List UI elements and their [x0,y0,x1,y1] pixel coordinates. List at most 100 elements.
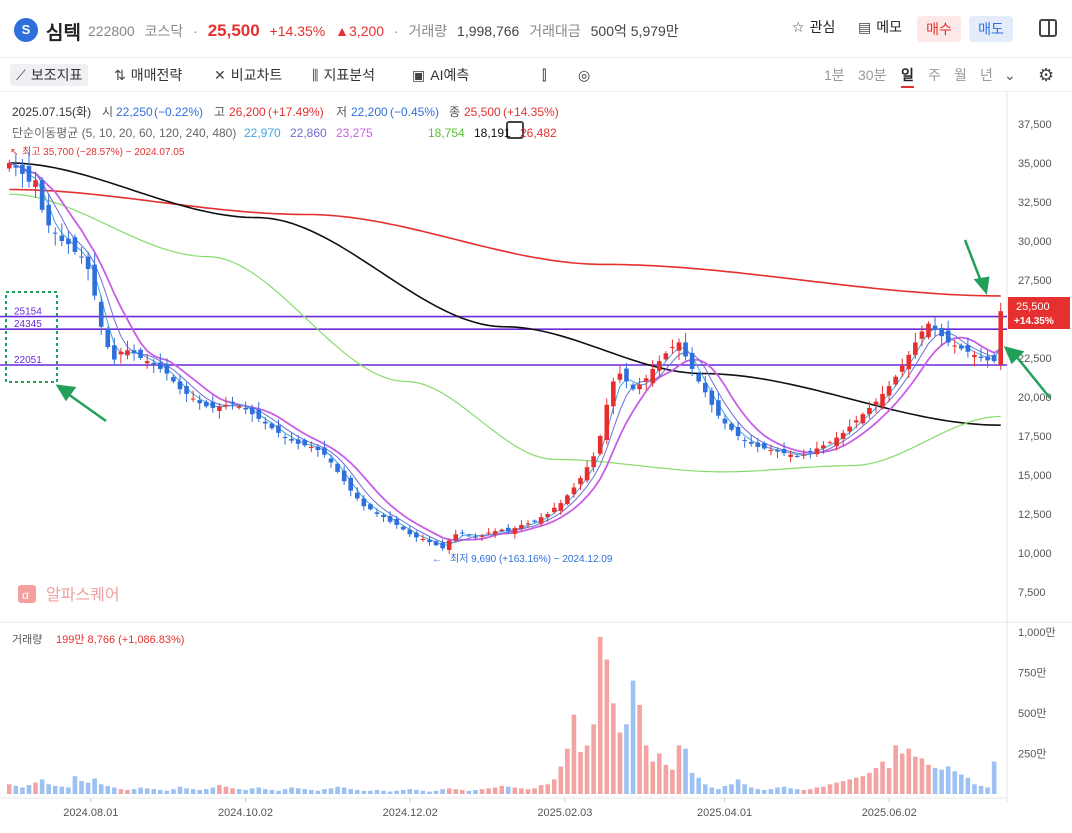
candle-body [361,498,367,507]
last-price-pct: +14.35% [1014,316,1054,327]
volume-bar [808,789,813,794]
volume-bar [387,791,393,794]
candle-body [72,237,78,252]
volume-info: 199만 8,766 (+1,086.83%) [56,633,184,646]
candle-body [702,383,708,393]
candle-body [440,542,445,549]
camera-icon[interactable]: ◎ [578,64,590,86]
candle-body [670,347,675,349]
candle-body [913,342,918,355]
candle-body [814,448,820,455]
volume-bar [532,788,537,794]
volume-bar [79,781,84,794]
period-week[interactable]: 주 [928,64,941,86]
candle-body [381,514,386,518]
candle-body [525,523,531,525]
volume-bar [768,789,774,794]
volume-bar [584,745,590,794]
volume-bar [157,789,163,794]
volume-bar [197,789,202,794]
chart-toolbar: ⟋ 보조지표 ⇅ 매매전략 ✕ 비교차트 ⫼ 지표분석 ▣ AI예측 ⫿ ◎ 1분 30분… [0,58,1072,139]
candle-body [249,407,255,415]
watch-button[interactable]: ☆ 관심 [792,17,835,37]
volume-bar [558,766,564,794]
candle-body [722,418,728,424]
candle-body [847,426,853,432]
volume-bar [571,714,577,794]
ma10-value: 22,860 [290,126,327,140]
volume-bar [394,790,399,794]
volume-bar [295,788,301,794]
volume-bar [230,788,235,794]
candle-body [880,393,885,407]
info-close-label: 종 [449,105,460,119]
volume-bar [105,785,111,794]
period-30min[interactable]: 30분 [858,64,886,86]
volume-bar [6,784,12,794]
volume-bar [525,789,531,794]
chevron-down-icon[interactable]: ⌄ [1004,64,1016,86]
volume-bar [302,789,308,794]
ai-predict-button[interactable]: ▣ AI예측 [412,64,469,86]
stock-header: S 심텍 222800 코스닥 · 25,500 +14.35% ▲3,200 … [0,0,1072,58]
volume-bar [33,782,38,794]
period-1min[interactable]: 1분 [824,64,845,86]
volume-bar [210,787,216,794]
volume-bar [538,785,544,794]
candle-body [387,516,393,522]
analysis-button[interactable]: ⫼ 지표분석 [312,64,375,86]
volume-label: 거래량 [12,633,42,646]
candle-body [939,328,944,337]
candle-body [775,450,780,452]
period-year[interactable]: 년 [980,64,993,86]
memo-button[interactable]: ▤ 메모 [858,17,902,37]
buy-button[interactable]: 매수 [917,16,961,42]
info-date: 2025.07.15(화) [12,105,91,119]
change-amount: ▲3,200 [335,23,385,39]
layout-toggle-icon[interactable] [1039,19,1057,37]
info-high-pct: (+17.49%) [268,105,324,119]
volume-bar [604,659,610,794]
stock-chart[interactable]: 2025.07.15(화) 시 22,250 (−0.22%) 고 26,200… [0,92,1072,833]
candle-body [223,404,229,407]
candle-body [867,407,872,415]
candle-body [571,487,577,495]
gear-icon[interactable]: ⚙ [1038,64,1054,86]
watch-label: 관심 [809,19,836,35]
price-tick-label: 27,500 [1018,275,1052,287]
candle-body [269,423,275,429]
candle-body [289,438,294,441]
horizontal-lines[interactable] [0,315,1007,366]
volume-bar [354,789,360,794]
candle-body [348,477,354,491]
volume-tick-label: 1,000만 [1018,626,1056,639]
candle-body [558,503,564,511]
star-icon: ☆ [792,19,805,35]
info-close-pct: (+14.35%) [503,105,559,119]
candle-body [66,238,71,245]
candle-body [164,363,170,374]
candle-body [860,414,866,424]
price-tick-label: 12,500 [1018,509,1052,521]
sell-button[interactable]: 매도 [969,16,1013,42]
volume-bar [834,782,839,794]
period-month[interactable]: 월 [954,64,967,86]
indicator-button[interactable]: ⟋ 보조지표 [10,64,89,86]
compare-button[interactable]: ✕ 비교차트 [214,64,282,86]
volume-bar [591,724,596,794]
candle-body [302,439,308,446]
ma10-line [9,162,1002,544]
chart-type-icon[interactable]: ⫿ [542,64,546,86]
candle-body [118,351,124,355]
candle-body [978,356,984,358]
green-arrows [55,239,1051,423]
strategy-button[interactable]: ⇅ 매매전략 [114,64,182,86]
period-day[interactable]: 일 [901,64,914,88]
volume-bar [932,768,938,794]
volume-bar [473,789,478,794]
volume-bar [223,786,229,794]
shuffle-icon: ✕ [214,67,226,83]
current-price: 25,500 [207,21,260,40]
candle-body [584,467,590,481]
volume-bar [282,789,288,794]
